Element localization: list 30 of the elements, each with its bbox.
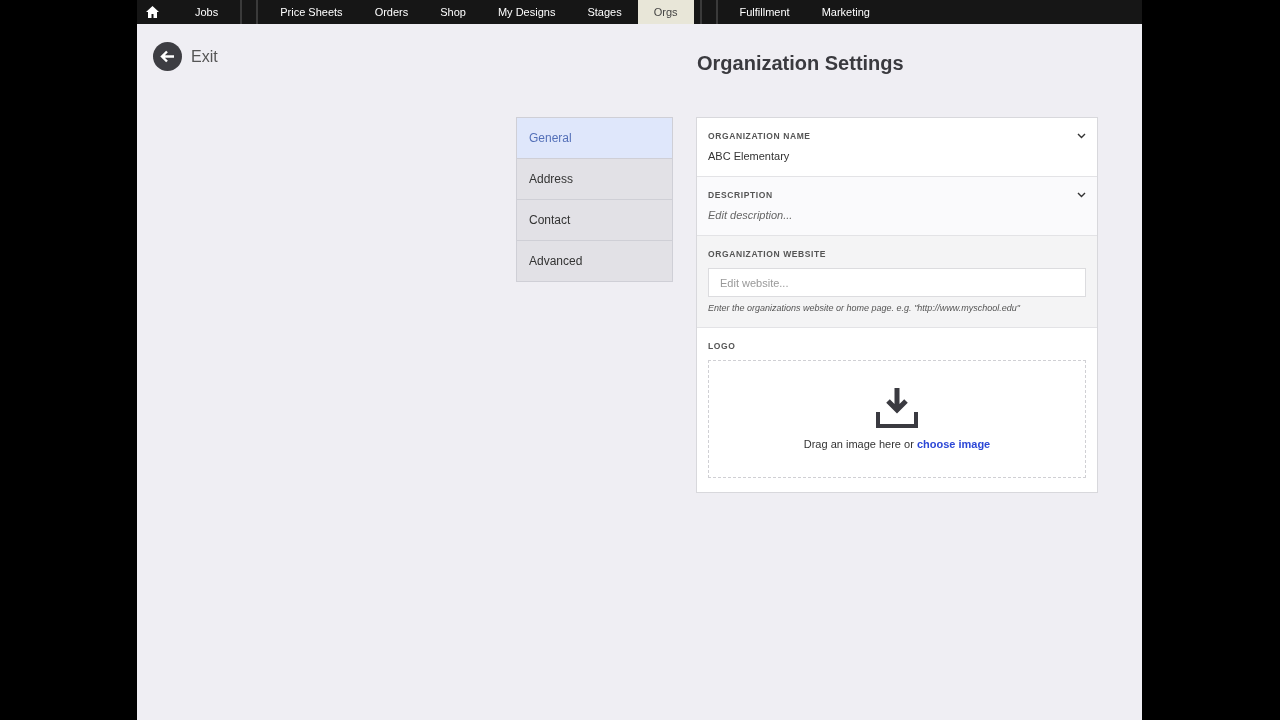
nav-tab[interactable]: Stages <box>571 0 638 24</box>
image-dropzone[interactable]: Drag an image here or choose image <box>708 360 1086 478</box>
section-label: LOGO <box>708 341 737 351</box>
website-hint: Enter the organizations website or home page. e.g. "http://www.myschool.edu" <box>708 303 1022 313</box>
dropzone-text: Drag an image here or choose image <box>803 438 991 450</box>
sidebar-tab[interactable]: General <box>516 117 673 159</box>
nav-tab[interactable]: Jobs <box>179 0 235 24</box>
sidebar-tab[interactable]: Advanced <box>516 241 673 282</box>
nav-tab[interactable]: Fulfillment <box>723 0 806 24</box>
section-label: DESCRIPTION <box>708 190 773 200</box>
sidebar-tab[interactable]: Address <box>516 159 673 200</box>
description-field[interactable]: Edit description... <box>708 209 1086 221</box>
nav-tab[interactable]: Marketing <box>805 0 886 24</box>
nav-tab[interactable]: My Designs <box>481 0 572 24</box>
download-icon <box>876 388 918 428</box>
section-label: ORGANIZATION NAME <box>708 131 811 141</box>
section-label: ORGANIZATION WEBSITE <box>708 249 828 259</box>
nav-tab[interactable]: Orders <box>358 0 425 24</box>
website-field[interactable]: Edit website... <box>708 268 1086 297</box>
exit-label: Exit <box>191 47 218 66</box>
chevron-down-icon[interactable] <box>1077 192 1086 198</box>
organization-name-value: ABC Elementary <box>708 150 791 162</box>
sidebar-tab[interactable]: Contact <box>516 200 673 241</box>
exit-link[interactable]: Exit <box>153 42 218 71</box>
choose-image-link[interactable]: choose image <box>916 438 991 450</box>
nav-tab[interactable]: Price Sheets <box>264 0 359 24</box>
nav-tab[interactable]: Orgs <box>637 0 694 24</box>
page-title: Organization Settings <box>697 52 905 76</box>
nav-tab[interactable]: Shop <box>424 0 482 24</box>
chevron-down-icon[interactable] <box>1077 133 1086 139</box>
